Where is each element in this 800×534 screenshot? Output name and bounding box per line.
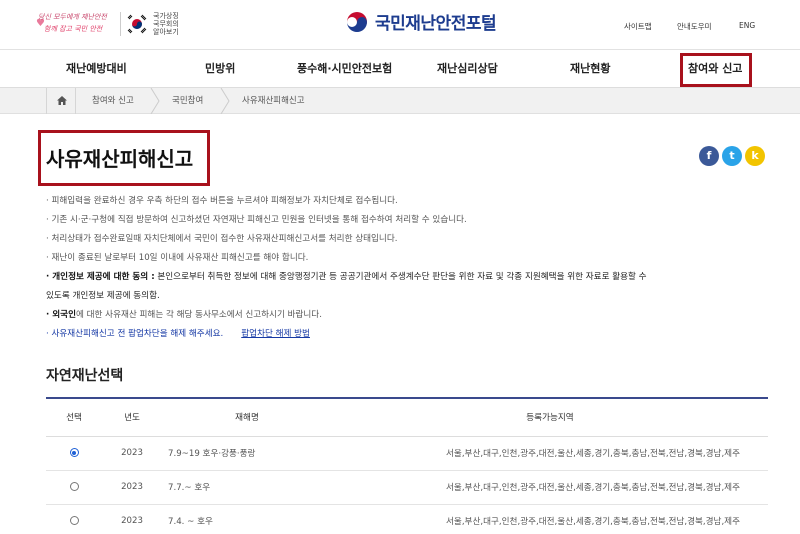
portal-title: 국민재난안전포털 [375,14,497,34]
regions-cell: 서울,부산,대구,인천,광주,대전,울산,세종,경기,충북,충남,전북,전남,경… [332,504,768,534]
notice-item: · 기존 시·군·구청에 직접 방문하여 신고하셨던 자연재난 피해신고 민원을… [46,215,467,225]
gov-emblem-icon [346,10,368,33]
breadcrumb-item-citizen[interactable]: 국민참여 [172,88,203,114]
notice-item-privacy: · 개인정보 제공에 대한 동의 : 본인으로부터 취득한 정보에 대해 중앙행… [46,268,776,287]
header: ♥ 당신 모두에게 재난안전 함께 잡고 국민 안전 국가상징 국무회의 알아보… [0,0,800,50]
disaster-name-cell: 7.9~19 호우·강풍·풍랑 [162,436,332,471]
nav-item-civil-defense[interactable]: 민방위 [205,50,235,88]
nav-item-disaster-status[interactable]: 재난현황 [570,50,610,88]
table-row[interactable]: 2023 7.4. ~ 호우 서울,부산,대구,인천,광주,대전,울산,세종,경… [46,504,768,534]
nav-item-disaster-prevention[interactable]: 재난예방대비 [66,50,127,88]
nav-item-psych-counseling[interactable]: 재난심리상담 [437,50,498,88]
portal-logo[interactable]: 국민재난안전포털 [345,9,497,34]
twitter-share-icon[interactable]: t [722,146,742,166]
chevron-right-icon [150,88,160,114]
column-header: 재해명 [162,398,332,437]
facebook-share-icon[interactable]: f [699,146,719,166]
column-header: 선택 [46,398,102,437]
english-link[interactable]: ENG [739,21,755,30]
kakao-share-icon[interactable]: k [745,146,765,166]
disaster-radio[interactable] [69,448,79,457]
guide-link[interactable]: 안내도우미 [677,21,712,32]
disaster-table: 선택 년도 재해명 등록가능지역 2023 7.9~19 호우·강풍·풍랑 서울… [46,397,768,534]
popup-unblock-link[interactable]: 팝업차단 해제 방법 [241,329,310,339]
table-header-row: 선택 년도 재해명 등록가능지역 [46,398,768,437]
notice-list: · 피해입력을 완료하신 경우 우측 하단의 접수 버튼을 누르셔야 피해정보가… [46,192,776,344]
divider [120,12,121,36]
notice-item: · 처리상태가 접수완료일때 자치단체에서 국민이 접수한 사유재산피해신고서를… [46,234,398,244]
notice-privacy-label: · 개인정보 제공에 대한 동의 : [46,272,155,282]
notice-privacy-text: 본인으로부터 취득한 정보에 대해 중앙행정기관 등 공공기관에서 주생계수단 … [154,272,647,282]
disaster-name-cell: 7.4. ~ 호우 [162,504,332,534]
breadcrumb: 참여와 신고 국민참여 사유재산피해신고 [0,88,800,114]
sitemap-link[interactable]: 사이트맵 [624,21,652,32]
section-title: 자연재난선택 [46,368,124,384]
notice-item: · 피해입력을 완료하신 경우 우측 하단의 접수 버튼을 누르셔야 피해정보가… [46,196,398,206]
disaster-radio[interactable] [69,482,79,491]
notice-popup-text: · 사유재산피해신고 전 팝업차단을 해제 해주세요. [46,329,224,339]
notice-item: · 재난이 종료된 날로부터 10일 이내에 사유재산 피해신고를 해야 합니다… [46,253,309,263]
disaster-radio[interactable] [69,516,79,525]
notice-item-foreigner: · 외국인에 대한 사유재산 피해는 각 해당 동사무소에서 신고하시기 바랍니… [46,306,776,325]
breadcrumb-item-current: 사유재산피해신고 [242,96,305,106]
highlight-box-title [38,130,210,186]
year-cell: 2023 [102,470,162,505]
regions-cell: 서울,부산,대구,인천,광주,대전,울산,세종,경기,충북,충남,전북,전남,경… [332,436,768,471]
table-row[interactable]: 2023 7.7.~ 호우 서울,부산,대구,인천,광주,대전,울산,세종,경기… [46,470,768,505]
campaign-logo[interactable]: ♥ 당신 모두에게 재난안전 함께 잡고 국민 안전 국가상징 국무회의 알아보… [36,10,187,38]
notice-item-privacy-cont: 있도록 개인정보 제공에 동의함. [46,291,160,301]
table-row[interactable]: 2023 7.9~19 호우·강풍·풍랑 서울,부산,대구,인천,광주,대전,울… [46,436,768,471]
year-cell: 2023 [102,436,162,471]
gov-symbol-text: 국가상징 국무회의 알아보기 [153,12,179,36]
notice-foreigner-label: · 외국인 [46,310,76,320]
column-header: 년도 [102,398,162,437]
slogan-line2: 함께 잡고 국민 안전 [44,25,103,33]
home-icon[interactable] [46,88,76,114]
taegukgi-icon [127,14,147,34]
notice-item-popup: · 사유재산피해신고 전 팝업차단을 해제 해주세요. 팝업차단 해제 방법 [46,325,776,344]
breadcrumb-item-participation[interactable]: 참여와 신고 [92,88,134,114]
slogan-logo: ♥ 당신 모두에게 재난안전 함께 잡고 국민 안전 [36,10,114,38]
disaster-name-cell: 7.7.~ 호우 [162,470,332,505]
year-cell: 2023 [102,504,162,534]
notice-foreigner-text: 에 대한 사유재산 피해는 각 해당 동사무소에서 신고하시기 바랍니다. [75,310,322,320]
slogan-line1: 당신 모두에게 재난안전 [38,13,107,21]
regions-cell: 서울,부산,대구,인천,광주,대전,울산,세종,경기,충북,충남,전북,전남,경… [332,470,768,505]
chevron-right-icon [220,88,230,114]
column-header: 등록가능지역 [332,398,768,437]
highlight-box-nav [680,53,752,87]
nav-item-insurance[interactable]: 풍수해·시민안전보험 [297,50,392,88]
